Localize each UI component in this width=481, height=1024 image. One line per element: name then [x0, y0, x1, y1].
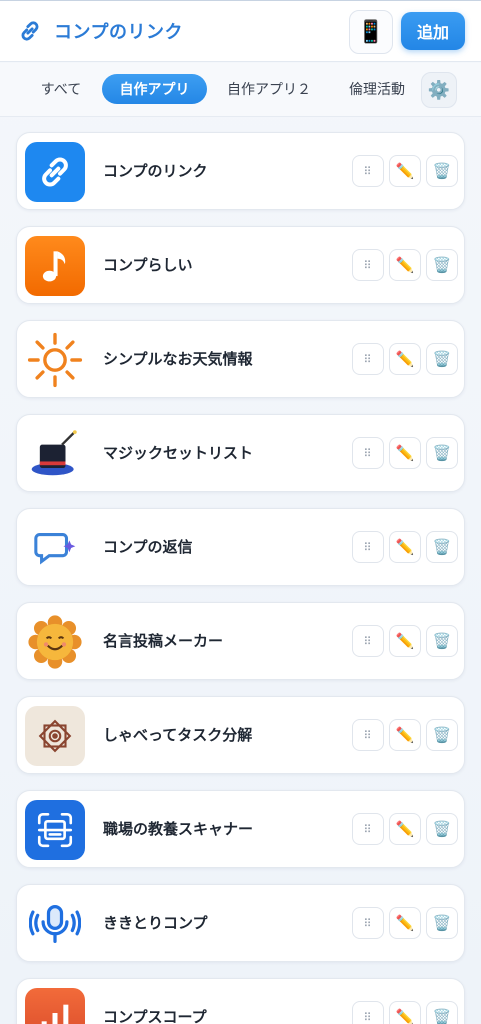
app-name: 名言投稿メーカー: [103, 632, 224, 650]
edit-button[interactable]: ✏️: [389, 437, 421, 469]
pencil-icon: ✏️: [395, 914, 415, 932]
edit-button[interactable]: ✏️: [389, 907, 421, 939]
pencil-icon: ✏️: [395, 538, 415, 556]
category-tabs: すべて 自作アプリ 自作アプリ２ 倫理活動 ⚙️: [0, 63, 481, 117]
device-toggle-button[interactable]: 📱: [349, 10, 393, 54]
drag-handle-icon[interactable]: ⠿: [352, 343, 384, 375]
pencil-icon: ✏️: [395, 162, 415, 180]
pencil-icon: ✏️: [395, 1008, 415, 1024]
list-item[interactable]: 職場の教養スキャナー ⠿ ✏️ 🗑️: [16, 790, 465, 868]
list-item[interactable]: コンプの返信 ⠿ ✏️ 🗑️: [16, 508, 465, 586]
add-button[interactable]: 追加: [401, 12, 465, 50]
chat-sparkle-icon: [25, 518, 85, 578]
bar-chart-icon: [25, 988, 85, 1024]
list-item[interactable]: 名言投稿メーカー ⠿ ✏️ 🗑️: [16, 602, 465, 680]
pencil-icon: ✏️: [395, 820, 415, 838]
drag-handle-icon[interactable]: ⠿: [352, 719, 384, 751]
list-item[interactable]: シンプルなお天気情報 ⠿ ✏️ 🗑️: [16, 320, 465, 398]
link-icon: [16, 17, 44, 45]
mobile-phone-icon: 📱: [357, 19, 385, 45]
trash-icon: 🗑️: [432, 1008, 452, 1024]
trash-icon: 🗑️: [432, 538, 452, 556]
ornament-icon: [25, 706, 85, 766]
app-name: マジックセットリスト: [103, 444, 254, 462]
list-item[interactable]: コンプのリンク ⠿ ✏️ 🗑️: [16, 132, 465, 210]
tab-ethics[interactable]: 倫理活動: [338, 74, 416, 104]
trash-icon: 🗑️: [432, 820, 452, 838]
trash-icon: 🗑️: [432, 256, 452, 274]
brand: コンプのリンク: [16, 17, 183, 45]
tab-all[interactable]: すべて: [30, 74, 92, 104]
edit-button[interactable]: ✏️: [389, 813, 421, 845]
delete-button[interactable]: 🗑️: [426, 625, 458, 657]
drag-handle-icon[interactable]: ⠿: [352, 437, 384, 469]
app-name: コンプのリンク: [103, 162, 208, 180]
delete-button[interactable]: 🗑️: [426, 249, 458, 281]
tab-settings-button[interactable]: ⚙️: [421, 72, 457, 108]
microphone-icon: [25, 894, 85, 954]
app-name: ききとりコンプ: [103, 914, 208, 932]
link-icon: [25, 142, 85, 202]
drag-handle-icon[interactable]: ⠿: [352, 625, 384, 657]
list-item[interactable]: コンプスコープ ⠿ ✏️ 🗑️: [16, 978, 465, 1024]
delete-button[interactable]: 🗑️: [426, 719, 458, 751]
magic-hat-icon: [25, 424, 85, 484]
edit-button[interactable]: ✏️: [389, 249, 421, 281]
trash-icon: 🗑️: [432, 350, 452, 368]
drag-handle-icon[interactable]: ⠿: [352, 249, 384, 281]
sun-icon: [25, 330, 85, 390]
app-name: しゃべってタスク分解: [103, 726, 253, 744]
drag-handle-icon[interactable]: ⠿: [352, 531, 384, 563]
list-item[interactable]: しゃべってタスク分解 ⠿ ✏️ 🗑️: [16, 696, 465, 774]
trash-icon: 🗑️: [432, 162, 452, 180]
pencil-icon: ✏️: [395, 632, 415, 650]
edit-button[interactable]: ✏️: [389, 531, 421, 563]
pencil-icon: ✏️: [395, 726, 415, 744]
list-item[interactable]: ききとりコンプ ⠿ ✏️ 🗑️: [16, 884, 465, 962]
drag-handle-icon[interactable]: ⠿: [352, 155, 384, 187]
edit-button[interactable]: ✏️: [389, 155, 421, 187]
delete-button[interactable]: 🗑️: [426, 155, 458, 187]
drag-handle-icon[interactable]: ⠿: [352, 813, 384, 845]
pencil-icon: ✏️: [395, 444, 415, 462]
page-title: コンプのリンク: [54, 22, 183, 43]
app-name: シンプルなお天気情報: [103, 350, 253, 368]
app-name: コンプらしい: [103, 256, 193, 274]
delete-button[interactable]: 🗑️: [426, 813, 458, 845]
top-bar: コンプのリンク 📱 追加: [0, 0, 481, 62]
gear-icon: ⚙️: [427, 79, 451, 101]
pencil-icon: ✏️: [395, 256, 415, 274]
delete-button[interactable]: 🗑️: [426, 907, 458, 939]
music-note-icon: [25, 236, 85, 296]
app-name: コンプスコープ: [103, 1008, 207, 1024]
trash-icon: 🗑️: [432, 914, 452, 932]
smiling-flower-icon: [25, 612, 85, 672]
delete-button[interactable]: 🗑️: [426, 437, 458, 469]
delete-button[interactable]: 🗑️: [426, 531, 458, 563]
edit-button[interactable]: ✏️: [389, 625, 421, 657]
trash-icon: 🗑️: [432, 726, 452, 744]
drag-handle-icon[interactable]: ⠿: [352, 1001, 384, 1024]
trash-icon: 🗑️: [432, 632, 452, 650]
tab-own-apps[interactable]: 自作アプリ: [102, 74, 207, 104]
list-item[interactable]: コンプらしい ⠿ ✏️ 🗑️: [16, 226, 465, 304]
list-item[interactable]: マジックセットリスト ⠿ ✏️ 🗑️: [16, 414, 465, 492]
edit-button[interactable]: ✏️: [389, 343, 421, 375]
trash-icon: 🗑️: [432, 444, 452, 462]
tab-own-apps-2[interactable]: 自作アプリ２: [218, 74, 320, 104]
drag-handle-icon[interactable]: ⠿: [352, 907, 384, 939]
app-name: コンプの返信: [103, 538, 193, 556]
pencil-icon: ✏️: [395, 350, 415, 368]
app-name: 職場の教養スキャナー: [103, 820, 254, 838]
scanner-icon: [25, 800, 85, 860]
edit-button[interactable]: ✏️: [389, 1001, 421, 1024]
edit-button[interactable]: ✏️: [389, 719, 421, 751]
delete-button[interactable]: 🗑️: [426, 1001, 458, 1024]
delete-button[interactable]: 🗑️: [426, 343, 458, 375]
